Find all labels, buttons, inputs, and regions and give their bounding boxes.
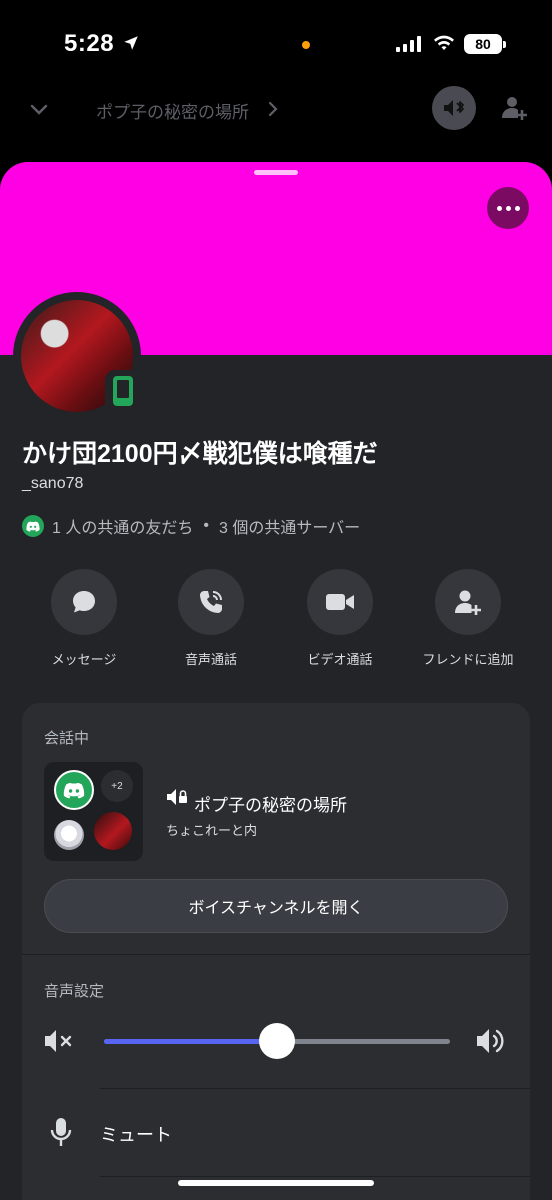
add-friend-button[interactable]: フレンドに追加 xyxy=(403,569,533,668)
open-voice-channel-button[interactable]: ボイスチャンネルを開く xyxy=(44,879,508,933)
more-participants-count: +2 xyxy=(101,770,133,802)
divider xyxy=(22,954,530,955)
profile-sheet: かけ団2100円〆戦犯僕は喰種だ _sano78 1 人の共通の友だち • 3 … xyxy=(0,162,552,1200)
speaker-volume-icon xyxy=(477,1029,504,1053)
voice-call-button[interactable]: 音声通話 xyxy=(146,569,276,668)
speaker-bluetooth-button[interactable] xyxy=(432,86,476,130)
voice-participants[interactable]: +2 xyxy=(44,762,143,861)
video-icon xyxy=(326,594,354,610)
discord-icon xyxy=(54,770,94,810)
action-buttons: メッセージ 音声通話 ビデオ通話 フレンドに追加 xyxy=(0,569,552,669)
more-options-button[interactable] xyxy=(487,187,529,229)
voice-members: ちょこれーと内 xyxy=(166,823,258,838)
mutual-info-row[interactable]: 1 人の共通の友だち • 3 個の共通サーバー xyxy=(22,514,360,538)
separator: • xyxy=(203,517,209,534)
mute-label[interactable]: ミュート xyxy=(100,1121,172,1147)
voice-card: 会話中 +2 ポプ子の秘密の場所 ちょこれーと内 ボイスチャンネルを開く 音声設… xyxy=(22,703,530,1200)
sheet-grabber[interactable] xyxy=(254,170,298,175)
mutual-friends: 1 人の共通の友だち xyxy=(52,520,194,537)
username: _sano78 xyxy=(22,475,84,492)
participant-avatar xyxy=(54,820,84,850)
speaker-bluetooth-icon xyxy=(444,100,464,116)
add-user-icon[interactable] xyxy=(500,94,528,122)
avatar-container xyxy=(13,292,141,420)
channel-title[interactable]: ポプ子の秘密の場所 xyxy=(96,98,249,123)
divider xyxy=(100,1176,530,1177)
status-bar: 5:28 80 xyxy=(0,0,552,80)
battery-indicator: 80 xyxy=(464,34,506,54)
status-time: 5:28 xyxy=(64,30,115,57)
voice-channel-name: ポプ子の秘密の場所 xyxy=(194,796,347,815)
video-call-button[interactable]: ビデオ通話 xyxy=(275,569,405,668)
home-indicator[interactable] xyxy=(178,1180,374,1186)
mobile-status-icon xyxy=(105,370,141,412)
in-voice-heading: 会話中 xyxy=(44,730,90,747)
privacy-indicator xyxy=(302,41,310,49)
display-name: かけ団2100円〆戦犯僕は喰種だ xyxy=(22,440,378,468)
wifi-icon xyxy=(434,35,454,50)
volume-slider-row xyxy=(44,1021,508,1061)
microphone-icon xyxy=(50,1118,72,1146)
speaker-lock-icon xyxy=(167,789,187,805)
chevron-right-icon xyxy=(268,101,278,117)
audio-settings-heading: 音声設定 xyxy=(44,983,105,1000)
discord-icon xyxy=(22,515,44,537)
top-nav: ポプ子の秘密の場所 xyxy=(0,80,552,142)
divider xyxy=(100,1088,530,1089)
volume-slider-thumb[interactable] xyxy=(259,1023,295,1059)
volume-slider-fill xyxy=(104,1039,277,1044)
mutual-servers: 3 個の共通サーバー xyxy=(218,520,361,537)
message-button[interactable]: メッセージ xyxy=(19,569,149,668)
message-icon xyxy=(73,591,95,613)
speaker-mute-icon xyxy=(45,1030,72,1052)
add-friend-icon xyxy=(455,590,481,615)
participant-avatar xyxy=(92,810,134,852)
chevron-down-icon[interactable] xyxy=(28,98,50,120)
cellular-signal-icon xyxy=(396,36,421,52)
phone-call-icon xyxy=(200,591,222,613)
location-arrow-icon xyxy=(124,36,138,50)
